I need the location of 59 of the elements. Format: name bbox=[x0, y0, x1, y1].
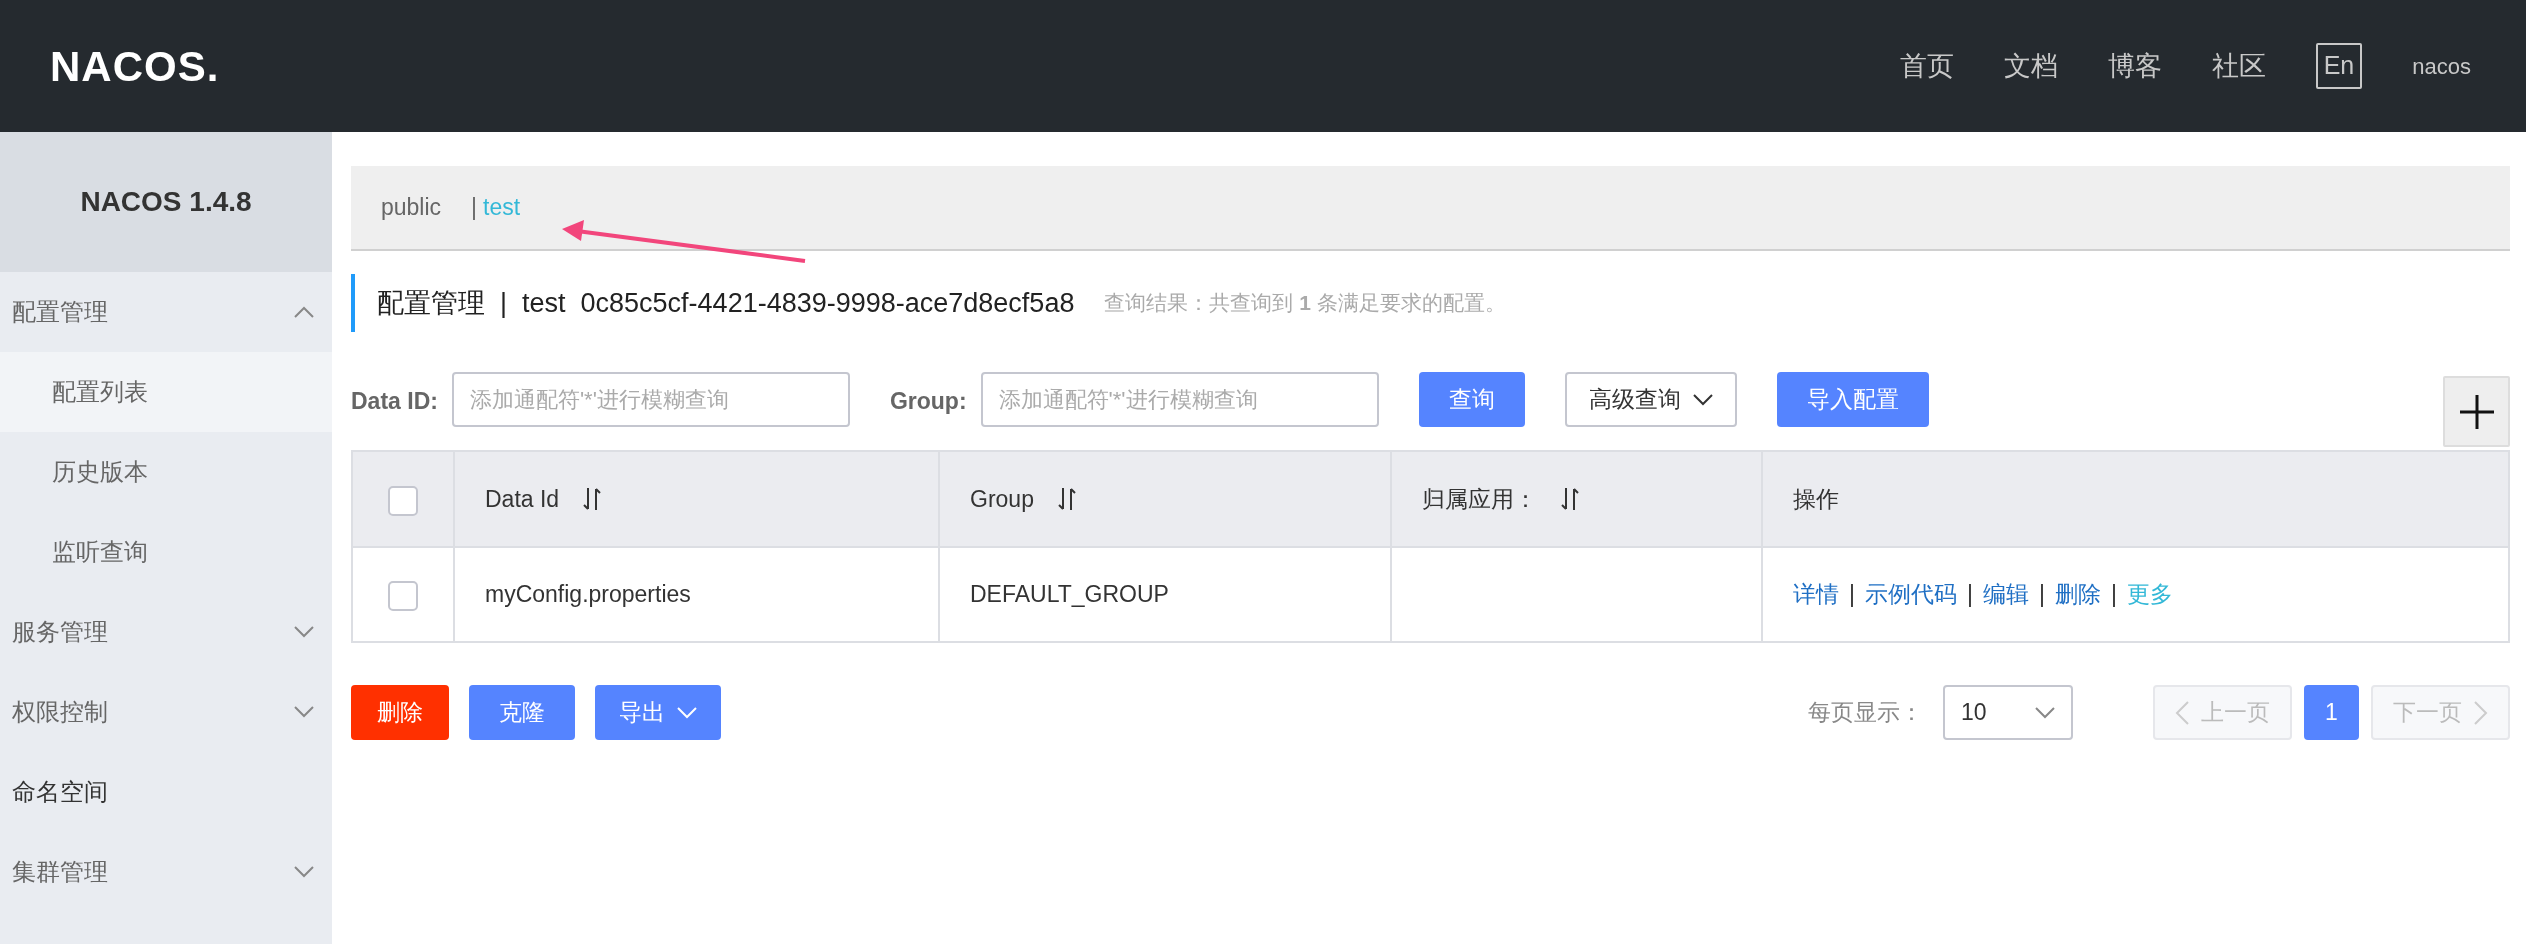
sort-icon bbox=[583, 487, 602, 511]
sidebar-item[interactable]: 权限控制 bbox=[0, 672, 332, 752]
column-header[interactable]: Data Id bbox=[454, 451, 939, 547]
column-header[interactable]: 归属应用： bbox=[1391, 451, 1762, 547]
sort-icon bbox=[1057, 487, 1076, 511]
primary-button[interactable]: 导入配置 bbox=[1776, 372, 1929, 427]
sidebar-item[interactable]: 历史版本 bbox=[0, 432, 332, 512]
dropdown-button[interactable]: 高级查询 bbox=[1564, 372, 1737, 427]
chevron-down-icon bbox=[1692, 393, 1713, 406]
table-cell: DEFAULT_GROUP bbox=[939, 547, 1391, 642]
search-field[interactable]: 添加通配符'*'进行模糊查询 bbox=[980, 372, 1379, 427]
add-button[interactable] bbox=[2443, 376, 2510, 447]
language-toggle[interactable]: En bbox=[2315, 43, 2363, 89]
primary-button[interactable]: 查询 bbox=[1418, 372, 1525, 427]
field-label: Group: bbox=[889, 387, 967, 416]
chevron-down-icon bbox=[2035, 706, 2055, 719]
row-checkbox[interactable] bbox=[388, 581, 418, 612]
page-number-button[interactable]: 1 bbox=[2304, 685, 2359, 740]
table-cell: myConfig.properties bbox=[454, 547, 939, 642]
page-size-select[interactable]: 10 bbox=[1943, 685, 2073, 740]
separator-text: | bbox=[2110, 580, 2117, 610]
page-title: 配置管理 | test 0c85c5cf-4421-4839-9998-ace7d8ecf5a8 bbox=[377, 286, 1075, 320]
chevron-left-icon bbox=[2175, 700, 2189, 725]
separator-text: | bbox=[471, 193, 478, 223]
action-link[interactable]: 删除 bbox=[2054, 577, 2101, 612]
separator-text: | bbox=[2038, 580, 2045, 610]
separator-text: | bbox=[1849, 580, 1855, 610]
namespace-link[interactable]: public bbox=[381, 190, 442, 225]
column-header: 操作 bbox=[1762, 451, 2509, 547]
sidebar-item[interactable]: 配置列表 bbox=[0, 352, 332, 432]
nav-link[interactable]: 博客 bbox=[2107, 45, 2162, 87]
logo-text: NACOS. bbox=[50, 41, 220, 92]
result-text: 查询结果：共查询到 1 条满足要求的配置。 bbox=[1104, 290, 1506, 317]
sort-icon bbox=[1561, 487, 1579, 511]
action-link[interactable]: 示例代码 bbox=[1865, 577, 1957, 612]
sidebar-item[interactable]: 监听查询 bbox=[0, 512, 332, 592]
dropdown-button[interactable]: 导出 bbox=[595, 685, 721, 740]
nav-link[interactable]: 文档 bbox=[2003, 45, 2058, 87]
select-all-checkbox[interactable] bbox=[388, 485, 418, 516]
user-name[interactable]: nacos bbox=[2412, 49, 2471, 83]
chevron-down-icon bbox=[677, 706, 697, 719]
delete-button[interactable]: 删除 bbox=[351, 685, 449, 740]
action-link[interactable]: 详情 bbox=[1793, 577, 1839, 612]
nav-link[interactable]: 社区 bbox=[2211, 45, 2266, 87]
chevron-right-icon bbox=[2474, 700, 2488, 725]
page-size-label: 每页显示： bbox=[1808, 698, 1923, 728]
sidebar-item[interactable]: 配置管理 bbox=[0, 272, 332, 352]
plus-icon bbox=[2457, 392, 2496, 431]
primary-button[interactable]: 克隆 bbox=[469, 685, 575, 740]
search-field[interactable]: 添加通配符'*'进行模糊查询 bbox=[451, 372, 850, 427]
sidebar-item[interactable]: 服务管理 bbox=[0, 592, 332, 672]
nav-link[interactable]: 首页 bbox=[1899, 45, 1954, 87]
field-label: Data ID: bbox=[351, 387, 438, 416]
separator-text: | bbox=[1967, 580, 1973, 610]
column-header[interactable]: Group bbox=[939, 451, 1391, 547]
sidebar-item[interactable]: 命名空间 bbox=[0, 752, 332, 832]
sidebar-item[interactable]: 集群管理 bbox=[0, 832, 332, 912]
sidebar-title: NACOS 1.4.8 bbox=[0, 132, 332, 272]
action-link[interactable]: 编辑 bbox=[1982, 577, 2029, 612]
